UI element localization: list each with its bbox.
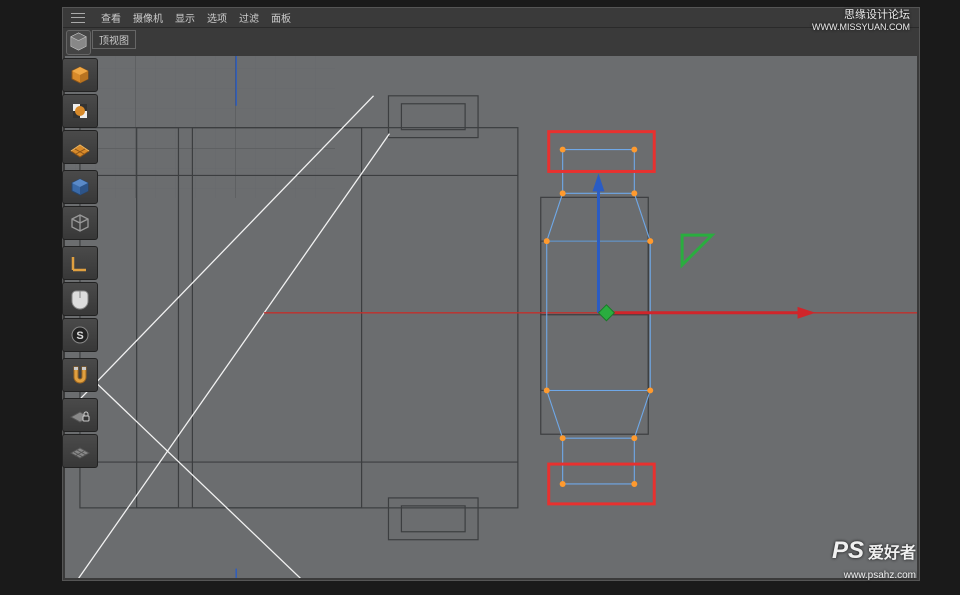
tool-workplane-lock[interactable] (62, 398, 98, 432)
left-toolbar: S (62, 58, 100, 468)
move-gizmo (593, 173, 816, 320)
viewport-menubar: 查看 摄像机 显示 选项 过滤 面板 (63, 8, 919, 28)
tool-cube-blue[interactable] (62, 170, 98, 204)
tool-axis[interactable] (62, 246, 98, 280)
watermark-brand: PS爱好者 (832, 537, 916, 565)
tool-plane[interactable] (62, 130, 98, 164)
menu-icon[interactable] (71, 13, 85, 23)
ps-logo: PS (832, 537, 864, 565)
tool-material[interactable] (62, 94, 98, 128)
menu-panel[interactable]: 面板 (271, 10, 291, 25)
menu-filter[interactable]: 过滤 (239, 10, 259, 25)
view-cube-icon[interactable] (66, 30, 91, 55)
viewport[interactable] (65, 56, 917, 578)
menu-display[interactable]: 显示 (175, 10, 195, 25)
toolbar-separator (62, 354, 98, 356)
menu-view[interactable]: 查看 (101, 10, 121, 25)
tool-mouse[interactable] (62, 282, 98, 316)
tool-workplane[interactable] (62, 434, 98, 468)
viewport-grid (65, 56, 365, 206)
toolbar-separator (62, 166, 98, 168)
app-window: 查看 摄像机 显示 选项 过滤 面板 顶视图 (62, 7, 920, 581)
watermark-url: WWW.MISSYUAN.COM (812, 22, 910, 32)
svg-text:S: S (76, 330, 83, 342)
toolbar-separator (62, 394, 98, 396)
menu-options[interactable]: 选项 (207, 10, 227, 25)
tool-snap[interactable]: S (62, 318, 98, 352)
menu-camera[interactable]: 摄像机 (133, 10, 163, 25)
view-label: 顶视图 (92, 30, 136, 49)
selected-vertices (544, 147, 653, 487)
watermark-title: 思缘设计论坛 (844, 6, 910, 22)
watermark-suburl: www.psahz.com (844, 570, 916, 581)
watermark-brand-text: 爱好者 (868, 539, 916, 563)
tool-cube-wire[interactable] (62, 206, 98, 240)
tool-cube[interactable] (62, 58, 98, 92)
selected-polygon (547, 150, 651, 484)
tool-magnet[interactable] (62, 358, 98, 392)
annotation-highlights (549, 132, 655, 504)
toolbar-separator (62, 242, 98, 244)
